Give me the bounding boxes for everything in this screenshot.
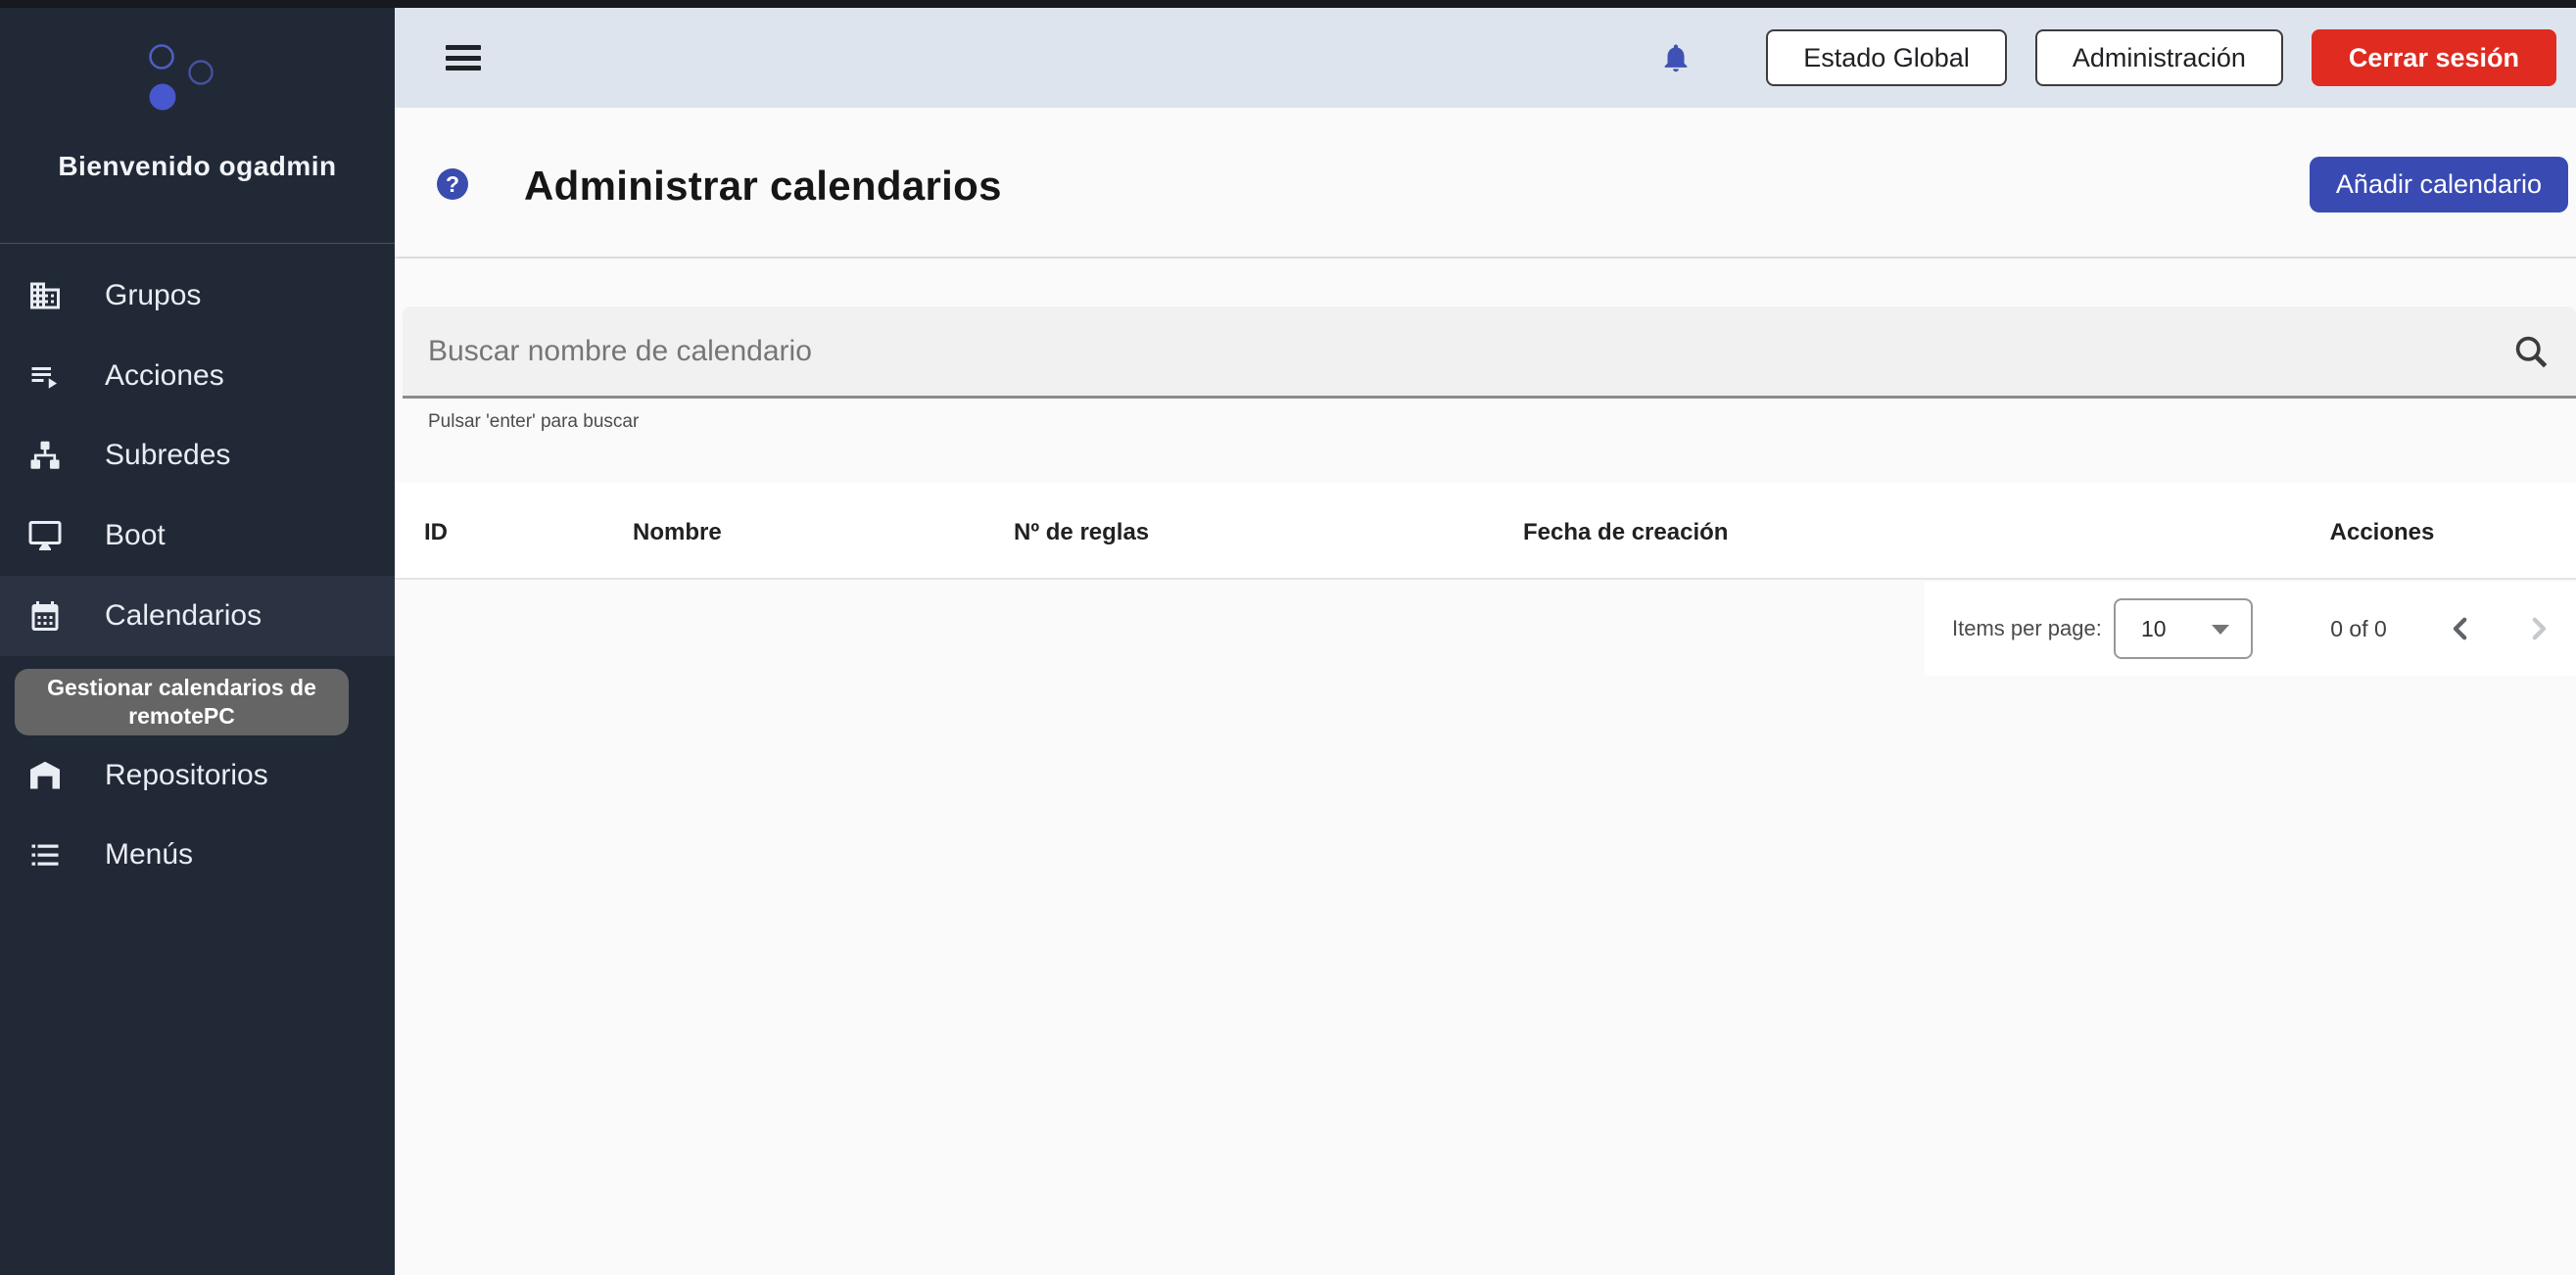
sidebar-item-repositorios[interactable]: Repositorios — [0, 735, 395, 816]
app-logo-icon — [0, 8, 395, 130]
administracion-button[interactable]: Administración — [2035, 29, 2283, 86]
search-field — [403, 307, 2576, 399]
add-calendar-button[interactable]: Añadir calendario — [2310, 157, 2568, 212]
sidebar: Bienvenido ogadmin Grupos Acciones Subre… — [0, 8, 395, 1275]
search-input[interactable] — [428, 307, 2465, 396]
page-title: Administrar calendarios — [524, 163, 1002, 210]
items-per-page-label: Items per page: — [1952, 582, 2102, 676]
sidebar-item-acciones[interactable]: Acciones — [0, 336, 395, 416]
sidebar-item-label: Calendarios — [105, 599, 262, 633]
welcome-text: Bienvenido ogadmin — [0, 151, 395, 182]
column-header-acciones: Acciones — [2304, 519, 2460, 546]
sidebar-item-subredes[interactable]: Subredes — [0, 415, 395, 496]
menu-toggle-icon[interactable] — [446, 45, 481, 71]
paginator-range-label: 0 of 0 — [2285, 582, 2432, 676]
sidebar-item-label: Subredes — [105, 439, 230, 472]
chevron-right-icon — [2519, 609, 2558, 648]
header-divider — [395, 257, 2576, 259]
help-icon[interactable]: ? — [437, 168, 468, 200]
sidebar-item-label: Grupos — [105, 279, 201, 312]
select-caret-icon — [2212, 625, 2229, 635]
items-per-page-select[interactable]: 10 — [2114, 598, 2253, 659]
sidebar-item-label: Acciones — [105, 359, 224, 393]
sidebar-item-menus[interactable]: Menús — [0, 815, 395, 895]
previous-page-button[interactable] — [2441, 609, 2480, 648]
cerrar-sesion-button[interactable]: Cerrar sesión — [2312, 29, 2556, 86]
window-top-strip — [0, 0, 2576, 8]
building-icon — [27, 278, 63, 313]
calendars-table — [395, 483, 2576, 580]
sidebar-item-calendarios[interactable]: Calendarios — [0, 576, 395, 656]
estado-global-button[interactable]: Estado Global — [1766, 29, 2007, 86]
network-tree-icon — [27, 438, 63, 473]
sidebar-item-label: Menús — [105, 838, 193, 872]
sidebar-tooltip: Gestionar calendarios de remotePC — [15, 669, 349, 735]
sidebar-item-label: Repositorios — [105, 759, 268, 792]
column-header-id: ID — [424, 519, 448, 546]
chevron-left-icon — [2441, 609, 2480, 648]
column-header-num-reglas: Nº de reglas — [1014, 519, 1149, 546]
calendar-icon — [27, 598, 63, 634]
next-page-button[interactable] — [2519, 609, 2558, 648]
warehouse-icon — [27, 758, 63, 793]
monitor-icon — [27, 518, 63, 553]
sidebar-item-label: Boot — [105, 519, 166, 552]
paginator: Items per page: 10 0 of 0 — [1925, 582, 2576, 676]
search-icon[interactable] — [2509, 330, 2552, 373]
sidebar-item-boot[interactable]: Boot — [0, 496, 395, 576]
sidebar-divider — [0, 243, 395, 244]
notifications-bell-icon[interactable] — [1659, 41, 1693, 74]
column-header-nombre: Nombre — [633, 519, 722, 546]
items-per-page-value: 10 — [2141, 600, 2167, 657]
playlist-play-icon — [27, 358, 63, 394]
top-toolbar: Estado Global Administración Cerrar sesi… — [395, 8, 2576, 108]
list-icon — [27, 837, 63, 873]
search-hint: Pulsar 'enter' para buscar — [428, 411, 639, 433]
sidebar-item-grupos[interactable]: Grupos — [0, 256, 395, 336]
column-header-fecha-creacion: Fecha de creación — [1523, 519, 1728, 546]
